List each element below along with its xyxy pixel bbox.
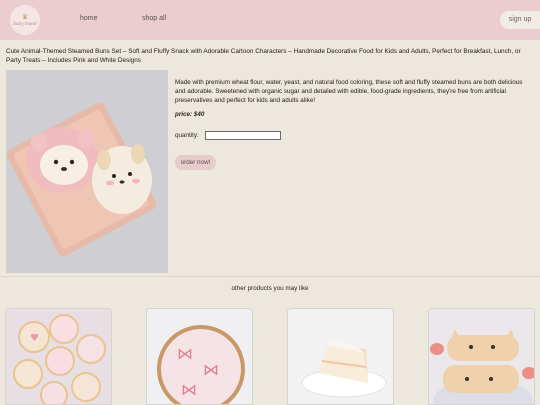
recommended-product-card[interactable]: ⋈ ⋈ ⋈ [146, 308, 253, 405]
crown-icon: ♛ [21, 14, 29, 21]
product-image [6, 70, 168, 273]
bow-cookie-image: ⋈ ⋈ ⋈ [147, 309, 252, 404]
logo[interactable]: ♛ baby mood [10, 5, 40, 35]
quantity-input[interactable] [205, 131, 281, 140]
site-header: ♛ baby mood home shop all sign up [0, 0, 540, 40]
cake-slice-image [288, 309, 393, 404]
quantity-label: quantity: [175, 132, 199, 139]
section-divider [0, 276, 540, 277]
recommendations-heading: other products you may like [231, 285, 309, 292]
product-price: price: $40 [175, 111, 205, 118]
nav-home-link[interactable]: home [80, 15, 98, 22]
svg-text:⋈: ⋈ [177, 344, 193, 363]
logo-text: baby mood [13, 21, 37, 26]
sign-up-button[interactable]: sign up [500, 11, 540, 29]
svg-text:⋈: ⋈ [181, 380, 197, 399]
recommended-product-card[interactable] [428, 308, 535, 405]
product-title: Cute Animal-Themed Steamed Buns Set – So… [6, 48, 521, 64]
svg-text:⋈: ⋈ [203, 360, 219, 379]
svg-text:♥: ♥ [30, 333, 39, 344]
recommended-product-card[interactable] [287, 308, 394, 405]
cat-toast-image [429, 309, 534, 404]
recommended-product-card[interactable]: ♥ [5, 308, 112, 405]
iced-cookies-image: ♥ [6, 309, 111, 404]
order-now-button[interactable]: order now! [175, 155, 216, 170]
nav-shop-all-link[interactable]: shop all [142, 15, 166, 22]
product-description: Made with premium wheat flour, water, ye… [175, 79, 523, 104]
